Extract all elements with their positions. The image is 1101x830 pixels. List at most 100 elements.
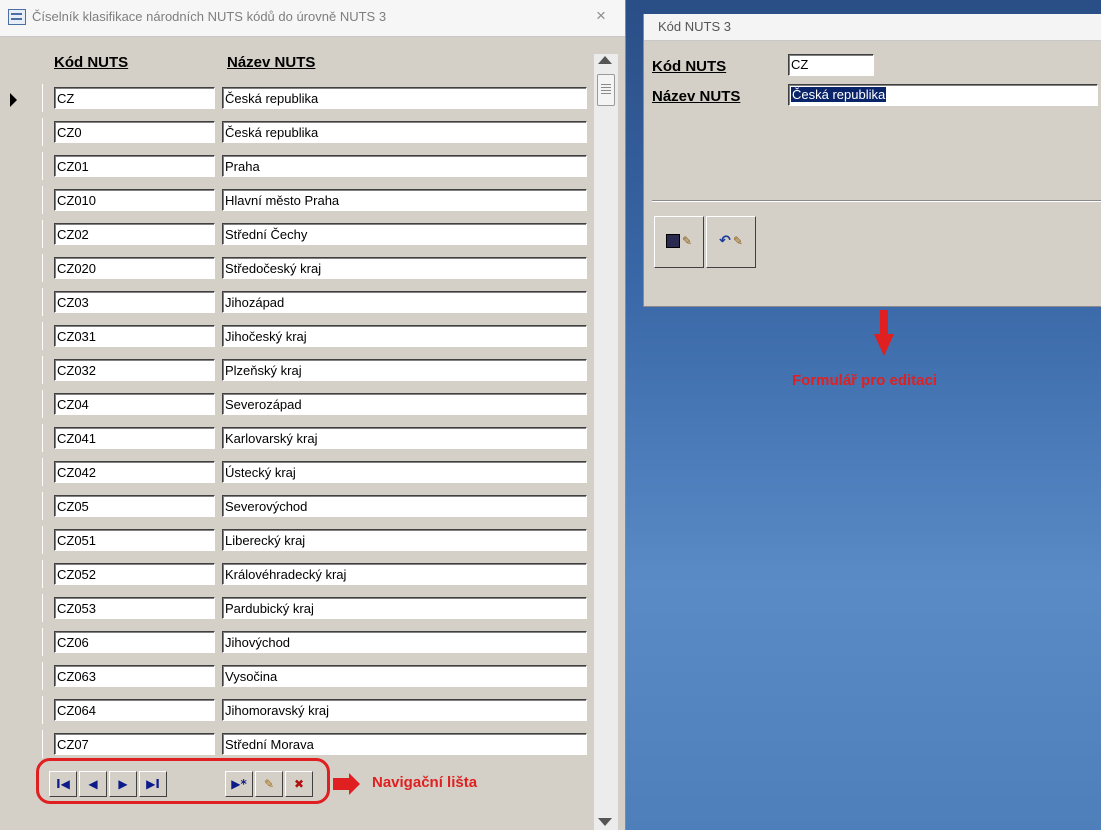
code-cell[interactable]: CZ06 xyxy=(54,631,215,653)
table-row[interactable]: CZ010 Hlavní město Praha xyxy=(0,182,590,216)
record-selector[interactable] xyxy=(2,696,43,724)
record-selector[interactable] xyxy=(2,560,43,588)
record-selector[interactable] xyxy=(2,390,43,418)
name-cell[interactable]: Středočeský kraj xyxy=(222,257,587,279)
code-cell[interactable]: CZ063 xyxy=(54,665,215,687)
list-window-titlebar: Číselník klasifikace národních NUTS kódů… xyxy=(0,0,625,37)
code-cell[interactable]: CZ031 xyxy=(54,325,215,347)
table-row[interactable]: CZ064 Jihomoravský kraj xyxy=(0,692,590,726)
record-selector[interactable] xyxy=(2,220,43,248)
list-window-title: Číselník klasifikace národních NUTS kódů… xyxy=(32,9,387,24)
name-field[interactable]: Česká republika xyxy=(788,84,1098,106)
scroll-down-arrow-icon[interactable] xyxy=(598,818,612,826)
name-cell[interactable]: Severozápad xyxy=(222,393,587,415)
name-cell[interactable]: Jihozápad xyxy=(222,291,587,313)
name-cell[interactable]: Střední Morava xyxy=(222,733,587,755)
table-row[interactable]: CZ020 Středočeský kraj xyxy=(0,250,590,284)
code-cell[interactable]: CZ0 xyxy=(54,121,215,143)
table-row[interactable]: CZ07 Střední Morava xyxy=(0,726,590,760)
table-row[interactable]: CZ05 Severovýchod xyxy=(0,488,590,522)
record-selector[interactable] xyxy=(2,526,43,554)
code-cell[interactable]: CZ051 xyxy=(54,529,215,551)
table-row[interactable]: CZ04 Severozápad xyxy=(0,386,590,420)
code-field[interactable]: CZ xyxy=(788,54,874,76)
record-selector[interactable] xyxy=(2,118,43,146)
table-row[interactable]: CZ052 Královéhradecký kraj xyxy=(0,556,590,590)
scroll-thumb[interactable] xyxy=(597,74,615,106)
name-cell[interactable]: Jihočeský kraj xyxy=(222,325,587,347)
code-cell[interactable]: CZ032 xyxy=(54,359,215,381)
vertical-scrollbar[interactable] xyxy=(594,54,618,830)
table-row[interactable]: CZ051 Liberecký kraj xyxy=(0,522,590,556)
name-cell[interactable]: Hlavní město Praha xyxy=(222,189,587,211)
form-window-title: Kód NUTS 3 xyxy=(658,19,731,34)
close-icon[interactable]: × xyxy=(596,6,606,26)
name-cell[interactable]: Česká republika xyxy=(222,87,587,109)
code-cell[interactable]: CZ07 xyxy=(54,733,215,755)
code-cell[interactable]: CZ04 xyxy=(54,393,215,415)
record-selector[interactable] xyxy=(2,458,43,486)
name-cell[interactable]: Jihomoravský kraj xyxy=(222,699,587,721)
last-record-button[interactable]: ▶I xyxy=(139,771,167,797)
record-selector[interactable] xyxy=(2,288,43,316)
first-record-button[interactable]: I◀ xyxy=(49,771,77,797)
code-cell[interactable]: CZ02 xyxy=(54,223,215,245)
edit-record-button[interactable]: ✎ xyxy=(255,771,283,797)
code-cell[interactable]: CZ05 xyxy=(54,495,215,517)
code-cell[interactable]: CZ052 xyxy=(54,563,215,585)
name-cell[interactable]: Ústecký kraj xyxy=(222,461,587,483)
name-cell[interactable]: Liberecký kraj xyxy=(222,529,587,551)
code-cell[interactable]: CZ xyxy=(54,87,215,109)
name-cell[interactable]: Pardubický kraj xyxy=(222,597,587,619)
delete-record-button[interactable]: ✖ xyxy=(285,771,313,797)
scroll-up-arrow-icon[interactable] xyxy=(598,56,612,64)
name-cell[interactable]: Česká republika xyxy=(222,121,587,143)
code-cell[interactable]: CZ01 xyxy=(54,155,215,177)
name-cell[interactable]: Severovýchod xyxy=(222,495,587,517)
new-record-button[interactable]: ▶* xyxy=(225,771,253,797)
name-cell[interactable]: Jihovýchod xyxy=(222,631,587,653)
record-selector[interactable] xyxy=(2,84,43,112)
name-label: Název NUTS xyxy=(652,88,741,105)
code-cell[interactable]: CZ041 xyxy=(54,427,215,449)
code-cell[interactable]: CZ010 xyxy=(54,189,215,211)
previous-record-button[interactable]: ◀ xyxy=(79,771,107,797)
record-selector[interactable] xyxy=(2,356,43,384)
name-cell[interactable]: Plzeňský kraj xyxy=(222,359,587,381)
code-cell[interactable]: CZ020 xyxy=(54,257,215,279)
name-cell[interactable]: Praha xyxy=(222,155,587,177)
table-row[interactable]: CZ02 Střední Čechy xyxy=(0,216,590,250)
table-row[interactable]: CZ Česká republika xyxy=(0,80,590,114)
table-row[interactable]: CZ063 Vysočina xyxy=(0,658,590,692)
record-selector[interactable] xyxy=(2,152,43,180)
table-row[interactable]: CZ0 Česká republika xyxy=(0,114,590,148)
name-cell[interactable]: Vysočina xyxy=(222,665,587,687)
record-selector[interactable] xyxy=(2,492,43,520)
record-selector[interactable] xyxy=(2,322,43,350)
record-selector[interactable] xyxy=(2,594,43,622)
code-cell[interactable]: CZ053 xyxy=(54,597,215,619)
code-cell[interactable]: CZ064 xyxy=(54,699,215,721)
table-row[interactable]: CZ06 Jihovýchod xyxy=(0,624,590,658)
record-selector[interactable] xyxy=(2,628,43,656)
table-row[interactable]: CZ031 Jihočeský kraj xyxy=(0,318,590,352)
record-selector[interactable] xyxy=(2,254,43,282)
name-cell[interactable]: Střední Čechy xyxy=(222,223,587,245)
table-row[interactable]: CZ042 Ústecký kraj xyxy=(0,454,590,488)
table-row[interactable]: CZ01 Praha xyxy=(0,148,590,182)
table-row[interactable]: CZ041 Karlovarský kraj xyxy=(0,420,590,454)
record-selector[interactable] xyxy=(2,662,43,690)
undo-record-button[interactable]: ↶ ✎ xyxy=(706,216,756,268)
name-cell[interactable]: Karlovarský kraj xyxy=(222,427,587,449)
record-selector[interactable] xyxy=(2,424,43,452)
record-selector[interactable] xyxy=(2,730,43,758)
table-row[interactable]: CZ053 Pardubický kraj xyxy=(0,590,590,624)
save-record-button[interactable]: ✎ xyxy=(654,216,704,268)
table-row[interactable]: CZ032 Plzeňský kraj xyxy=(0,352,590,386)
record-selector[interactable] xyxy=(2,186,43,214)
code-cell[interactable]: CZ042 xyxy=(54,461,215,483)
next-record-button[interactable]: ▶ xyxy=(109,771,137,797)
table-row[interactable]: CZ03 Jihozápad xyxy=(0,284,590,318)
code-cell[interactable]: CZ03 xyxy=(54,291,215,313)
name-cell[interactable]: Královéhradecký kraj xyxy=(222,563,587,585)
